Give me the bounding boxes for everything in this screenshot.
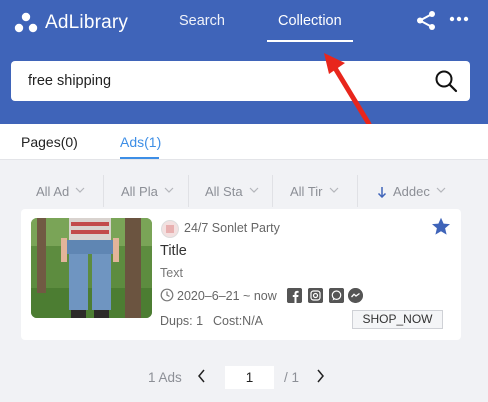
logo-icon — [14, 12, 38, 33]
app-name: AdLibrary — [45, 12, 129, 33]
tab-collection[interactable]: Collection — [278, 13, 342, 29]
ads-count: 1 Ads — [148, 370, 182, 385]
filter-all-platforms-label: All Pla — [121, 184, 158, 199]
ad-thumbnail-image[interactable] — [31, 218, 152, 318]
filter-bar: All Ad All Pla All Sta All Tir Addec — [0, 175, 488, 207]
ads-tab-indicator — [120, 157, 159, 159]
filter-all-time-label: All Tir — [290, 184, 323, 199]
result-tabs: Pages(0) Ads(1) — [0, 124, 488, 160]
facebook-icon[interactable] — [287, 288, 302, 303]
sort-added[interactable]: Addec — [377, 184, 446, 199]
filter-divider — [188, 175, 189, 207]
app-logo[interactable]: AdLibrary — [14, 12, 128, 34]
chevron-right-icon[interactable] — [315, 369, 325, 383]
filter-all-status-label: All Sta — [205, 184, 243, 199]
chevron-left-icon[interactable] — [197, 369, 207, 383]
filter-divider — [357, 175, 358, 207]
clock-icon — [160, 288, 174, 302]
search-bar — [11, 61, 470, 101]
sort-added-label: Addec — [393, 184, 430, 199]
filter-all-time[interactable]: All Tir — [290, 184, 339, 199]
app-header: AdLibrary Search Collection — [0, 0, 488, 124]
total-pages: / 1 — [284, 370, 300, 385]
filter-all-platforms[interactable]: All Pla — [121, 184, 174, 199]
chevron-down-icon — [329, 187, 338, 193]
filter-all-status[interactable]: All Sta — [205, 184, 259, 199]
pagination: 1 Ads / 1 — [0, 362, 488, 392]
page-number-input[interactable] — [225, 366, 274, 389]
ad-cost: Cost:N/A — [213, 314, 264, 328]
more-icon[interactable] — [449, 11, 469, 27]
tab-ads[interactable]: Ads(1) — [120, 134, 161, 150]
ad-title: Title — [160, 243, 187, 259]
page-avatar[interactable] — [161, 220, 179, 238]
messenger-icon[interactable] — [348, 288, 363, 303]
ad-text: Text — [160, 266, 183, 280]
filter-divider — [272, 175, 273, 207]
filter-all-ad-label: All Ad — [36, 184, 70, 199]
duplicates-count: Dups: 1 — [160, 314, 204, 328]
shop-now-button[interactable]: SHOP_NOW — [352, 310, 443, 329]
ad-date-range: 2020–6–21 ~ now — [177, 289, 277, 303]
search-icon[interactable] — [434, 69, 458, 93]
filter-divider — [103, 175, 104, 207]
sort-down-icon — [377, 186, 387, 198]
messenger-square-icon[interactable] — [329, 288, 344, 303]
tab-search[interactable]: Search — [179, 13, 225, 29]
share-icon[interactable] — [416, 10, 437, 31]
chevron-down-icon — [436, 187, 446, 193]
star-icon[interactable] — [431, 217, 451, 236]
ad-card[interactable]: 24/7 Sonlet Party Title Text 2020–6–21 ~… — [21, 209, 461, 340]
filter-all-ad[interactable]: All Ad — [36, 184, 85, 199]
active-tab-indicator — [267, 40, 353, 42]
chevron-down-icon — [249, 187, 259, 193]
chevron-down-icon — [164, 187, 174, 193]
instagram-icon[interactable] — [308, 288, 323, 303]
search-input[interactable] — [11, 73, 411, 89]
page-name[interactable]: 24/7 Sonlet Party — [184, 221, 280, 235]
tab-pages[interactable]: Pages(0) — [21, 134, 78, 150]
chevron-down-icon — [75, 187, 85, 193]
